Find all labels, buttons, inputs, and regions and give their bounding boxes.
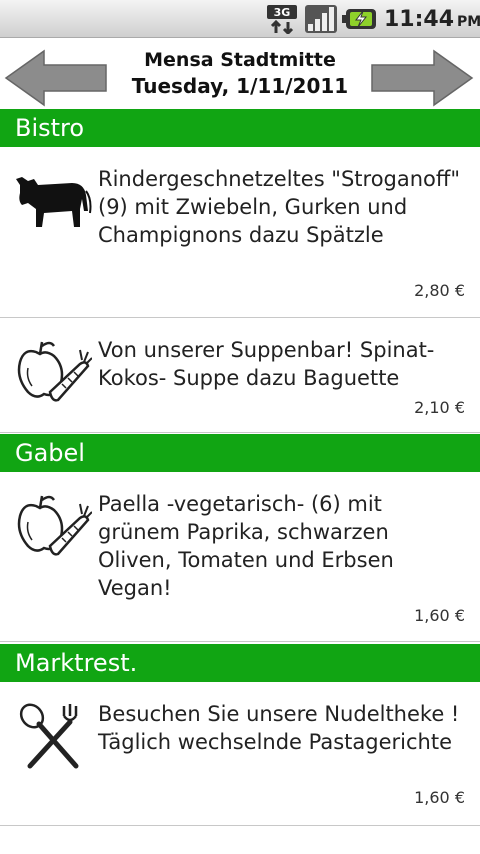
menu-item-text: Besuchen Sie unsere Nudeltheke ! Täglich… (98, 702, 460, 754)
status-ampm: PM (457, 14, 480, 30)
location-title: Mensa Stadtmitte (144, 49, 336, 71)
menu-item-price: 1,60 € (414, 788, 465, 807)
section-header-bistro: Bistro (0, 109, 480, 147)
next-item-partial (0, 832, 480, 854)
menu-item-text: Paella -vegetarisch- (6) mit grünem Papr… (98, 492, 394, 600)
3g-icon: 3G (267, 5, 297, 34)
svg-text:3G: 3G (274, 6, 291, 19)
menu-item[interactable]: Besuchen Sie unsere Nudeltheke ! Täglich… (0, 682, 480, 826)
signal-icon (305, 5, 337, 33)
battery-charging-icon (342, 9, 376, 29)
header: Mensa Stadtmitte Tuesday, 1/11/2011 (0, 39, 480, 109)
menu-item-price: 2,10 € (414, 398, 465, 417)
menu-item-text: Von unserer Suppenbar! Spinat-Kokos- Sup… (98, 338, 435, 390)
cow-icon (16, 177, 92, 227)
spoon-fork-icon (19, 703, 79, 769)
apple-carrot-icon (17, 495, 92, 556)
menu-item[interactable]: Von unserer Suppenbar! Spinat-Kokos- Sup… (0, 318, 480, 433)
date-title: Tuesday, 1/11/2011 (131, 74, 349, 98)
arrow-left-icon[interactable] (4, 49, 108, 107)
apple-carrot-icon (17, 341, 92, 402)
section-header-gabel: Gabel (0, 434, 480, 472)
menu-item-text: Rindergeschnetzeltes "Stroganoff" (9) mi… (98, 167, 461, 247)
menu-item[interactable]: Rindergeschnetzeltes "Stroganoff" (9) mi… (0, 147, 480, 318)
status-time: 11:44 PM (384, 7, 480, 32)
status-bar: 3G 11:44 PM (0, 0, 480, 38)
menu-item-price: 1,60 € (414, 606, 465, 625)
menu-item-price: 2,80 € (414, 281, 465, 300)
arrow-right-icon[interactable] (370, 49, 474, 107)
menu-item[interactable]: Paella -vegetarisch- (6) mit grünem Papr… (0, 472, 480, 642)
section-header-marktrest: Marktrest. (0, 644, 480, 682)
